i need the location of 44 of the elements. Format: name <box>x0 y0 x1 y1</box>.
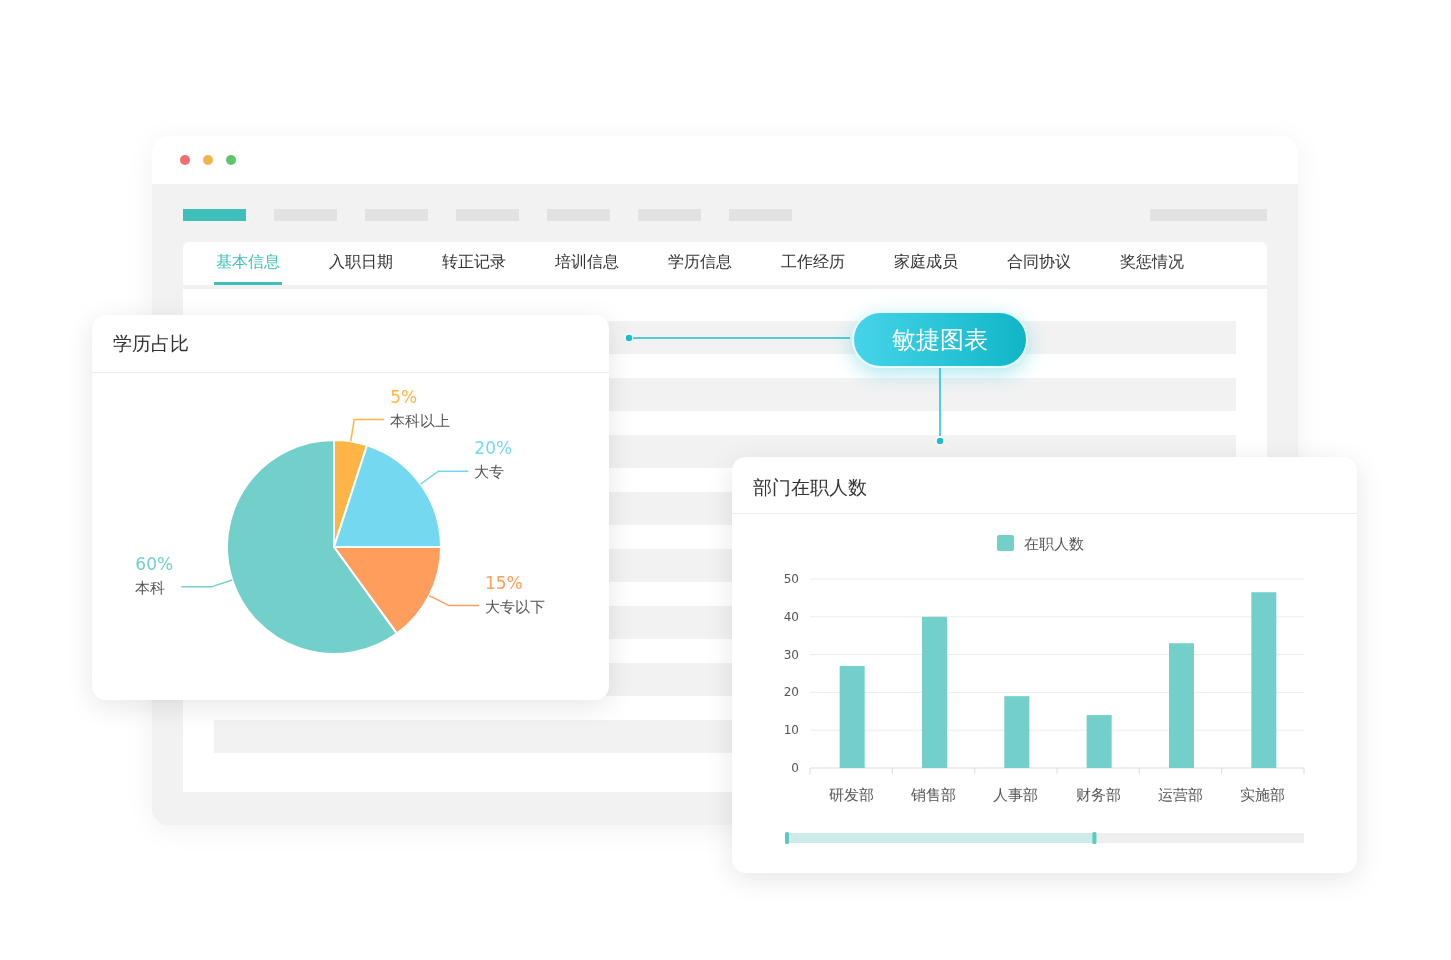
axis-tick-label: 40 <box>783 609 799 624</box>
category-label: 大专 <box>474 463 505 482</box>
tab[interactable]: 奖惩情况 <box>1118 242 1186 285</box>
category-label: 大专以下 <box>484 597 545 616</box>
tab[interactable]: 合同协议 <box>1005 242 1073 285</box>
axis-tick-label: 10 <box>783 723 799 738</box>
tab[interactable]: 培训信息 <box>553 242 621 285</box>
bar <box>1086 715 1112 768</box>
tab[interactable]: 工作经历 <box>779 242 847 285</box>
value-label: 15% <box>484 572 523 593</box>
axis-tick-label: 0 <box>791 761 799 775</box>
zoom-slider[interactable] <box>785 832 1304 844</box>
value-label: 5% <box>390 386 418 407</box>
axis-category-label: 财务部 <box>1075 786 1121 804</box>
card-title: 学历占比 <box>92 315 609 373</box>
axis-tick-label: 30 <box>783 647 799 662</box>
bar <box>1004 696 1030 768</box>
close-dot-icon[interactable] <box>180 155 190 165</box>
minimize-dot-icon[interactable] <box>203 155 213 165</box>
card-title: 部门在职人数 <box>732 457 1357 514</box>
category-label: 本科以上 <box>390 411 451 430</box>
legend-label: 在职人数 <box>1024 535 1084 553</box>
axis-category-label: 实施部 <box>1240 786 1286 804</box>
axis-tick-label: 20 <box>783 685 799 700</box>
tab[interactable]: 家庭成员 <box>892 242 960 285</box>
tab[interactable]: 学历信息 <box>666 242 734 285</box>
legend-swatch-icon <box>997 535 1014 551</box>
nav-placeholder[interactable] <box>183 209 246 221</box>
axis-category-label: 人事部 <box>993 786 1039 804</box>
axis-category-label: 运营部 <box>1158 786 1203 804</box>
value-label: 20% <box>474 438 513 459</box>
axis-tick-label: 50 <box>783 572 799 586</box>
leader-line <box>350 418 385 443</box>
tab[interactable]: 入职日期 <box>327 242 395 285</box>
axis-category-label: 研发部 <box>828 786 874 804</box>
tab[interactable]: 转正记录 <box>440 242 508 285</box>
maximize-dot-icon[interactable] <box>226 155 236 165</box>
category-label: 本科 <box>135 578 166 597</box>
leader-line <box>180 579 233 588</box>
callout-badge: 敏捷图表 <box>852 311 1028 368</box>
value-label: 60% <box>135 553 174 574</box>
axis-category-label: 销售部 <box>911 786 956 804</box>
leader-line <box>419 470 470 485</box>
leader-line <box>428 594 480 607</box>
